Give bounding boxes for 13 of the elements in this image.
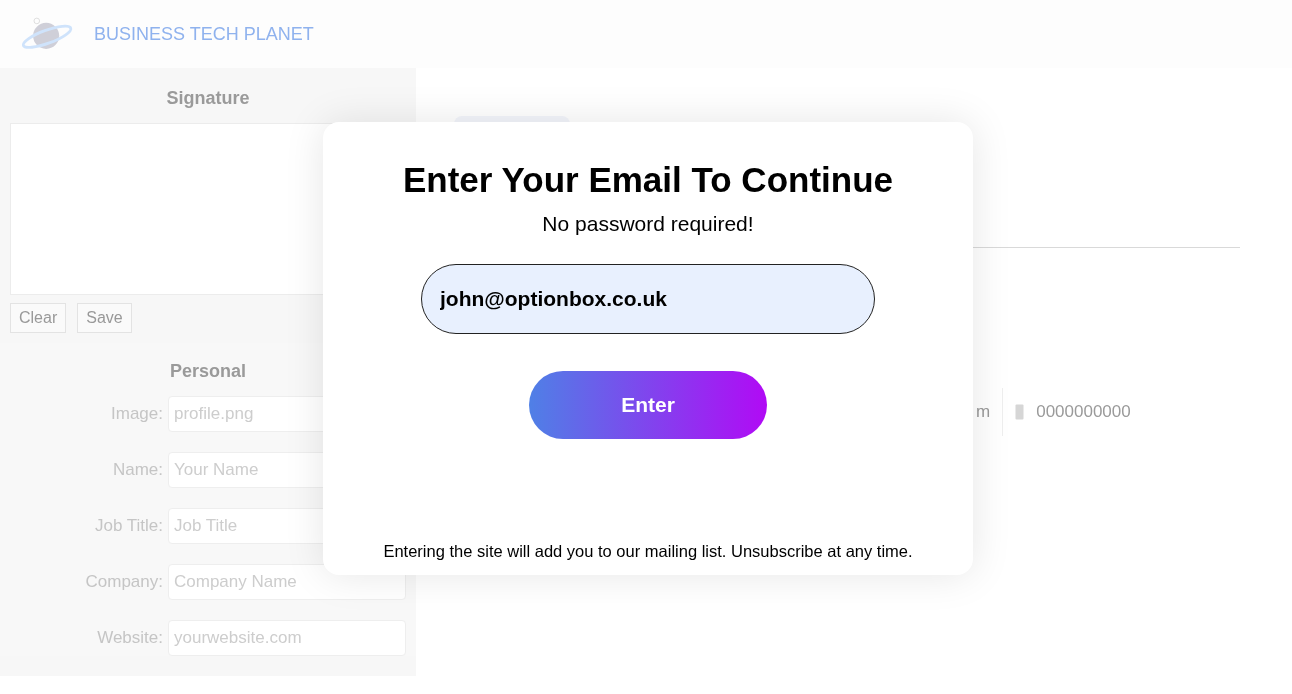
dialog-subtitle: No password required! <box>542 212 754 236</box>
signature-button[interactable]: Clear <box>10 303 67 333</box>
section-title: Signature <box>165 87 251 110</box>
mailing-list-notice: Entering the site will add you to our mailing list. Unsubscribe at any time. <box>383 542 913 561</box>
phone-icon <box>1015 404 1025 420</box>
signature-button[interactable]: Save <box>77 303 132 333</box>
email-text: m <box>976 402 991 422</box>
dialog-title: Enter Your Email To Continue <box>402 160 893 200</box>
phone-number: 0000000000 <box>1036 402 1131 422</box>
brand-name[interactable]: BUSINESS TECH PLANET <box>94 23 314 45</box>
section-title: Personal <box>168 360 247 383</box>
email-field[interactable]: john@optionbox.co.uk <box>421 264 875 334</box>
enter-button[interactable]: Enter <box>529 371 767 439</box>
